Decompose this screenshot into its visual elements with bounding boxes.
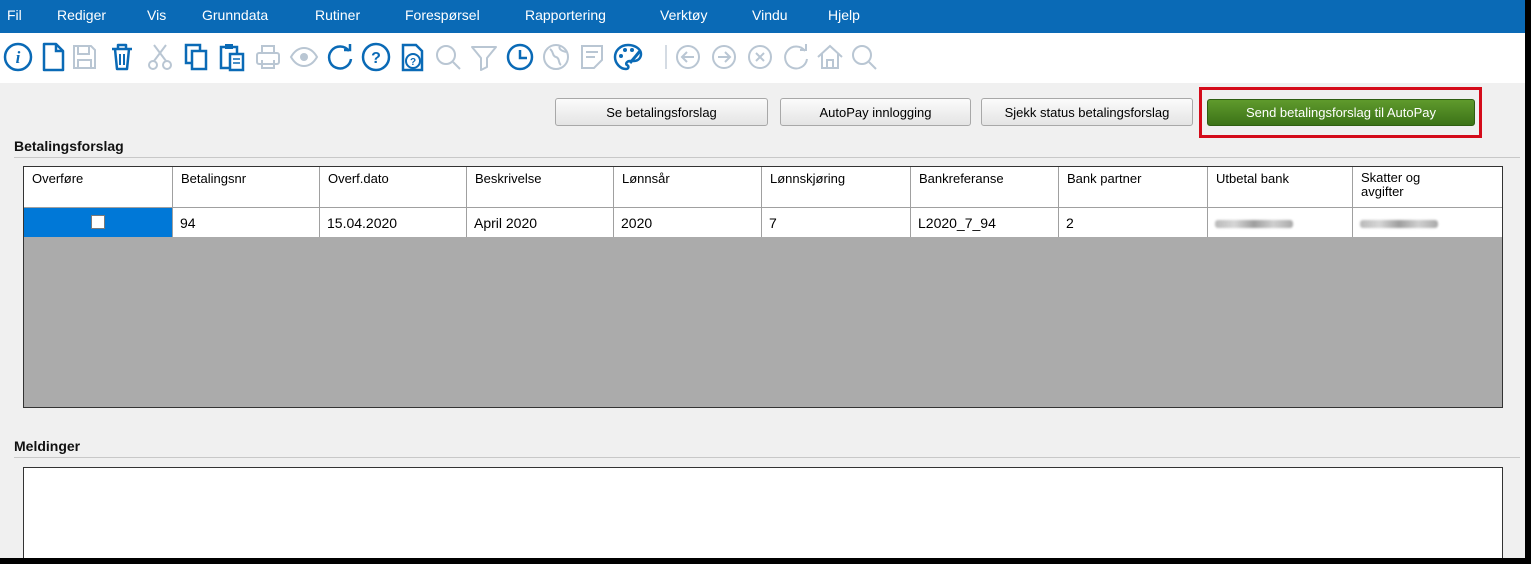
search-icon [430, 39, 466, 75]
svg-text:i: i [16, 48, 21, 67]
note-icon [574, 39, 610, 75]
info-icon[interactable]: i [0, 39, 36, 75]
transfer-date-cell[interactable]: 15.04.2020 [320, 208, 467, 237]
toolbar: i ? ? [0, 33, 1525, 83]
taxes-fees-cell[interactable] [1353, 208, 1502, 237]
svg-text:?: ? [410, 57, 416, 68]
globe-icon [538, 39, 574, 75]
zoom-icon [846, 39, 882, 75]
menu-vis[interactable]: Vis [147, 6, 166, 24]
paste-icon[interactable] [214, 39, 250, 75]
section-divider [14, 157, 1520, 158]
palette-icon[interactable] [610, 39, 646, 75]
send-proposal-autopay-button[interactable]: Send betalingsforslag til AutoPay [1207, 99, 1475, 126]
redacted-value [1360, 220, 1438, 228]
menu-foresporsel[interactable]: Forespørsel [405, 6, 480, 24]
messages-section-title: Meldinger [14, 438, 81, 454]
transfer-checkbox[interactable] [91, 215, 105, 229]
autopay-login-button[interactable]: AutoPay innlogging [780, 98, 971, 126]
history-icon[interactable] [502, 39, 538, 75]
print-icon [250, 39, 286, 75]
reload-icon [778, 39, 814, 75]
column-header[interactable]: Lønnskjøring [762, 167, 911, 208]
menu-rutiner[interactable]: Rutiner [315, 6, 360, 24]
salary-year-cell[interactable]: 2020 [614, 208, 762, 237]
cancel-icon [742, 39, 778, 75]
menu-bar: Fil Rediger Vis Grunndata Rutiner Foresp… [0, 0, 1525, 33]
description-cell[interactable]: April 2020 [467, 208, 614, 237]
payment-proposal-grid: Overføre Betalingsnr Overf.dato Beskrive… [23, 166, 1503, 408]
help-document-icon[interactable]: ? [394, 39, 430, 75]
forward-icon [706, 39, 742, 75]
bank-partner-cell[interactable]: 2 [1059, 208, 1208, 237]
payout-bank-cell[interactable] [1208, 208, 1353, 237]
check-status-button[interactable]: Sjekk status betalingsforslag [981, 98, 1193, 126]
app-window: Fil Rediger Vis Grunndata Rutiner Foresp… [0, 0, 1525, 558]
column-header[interactable]: Bankreferanse [911, 167, 1059, 208]
new-document-icon[interactable] [34, 39, 70, 75]
filter-icon [466, 39, 502, 75]
column-header[interactable]: Lønnsår [614, 167, 762, 208]
refresh-icon[interactable] [322, 39, 358, 75]
column-header[interactable]: Bank partner [1059, 167, 1208, 208]
help-icon[interactable]: ? [358, 39, 394, 75]
menu-fil[interactable]: Fil [7, 6, 22, 24]
delete-icon[interactable] [104, 39, 140, 75]
column-header[interactable]: Beskrivelse [467, 167, 614, 208]
column-header[interactable]: Utbetal bank [1208, 167, 1353, 208]
section-divider [14, 457, 1520, 458]
home-icon [812, 39, 848, 75]
column-header[interactable]: Overføre [24, 167, 173, 208]
menu-rapportering[interactable]: Rapportering [525, 6, 606, 24]
column-header[interactable]: Skatter og avgifter [1353, 167, 1502, 208]
copy-icon[interactable] [178, 39, 214, 75]
cut-icon [142, 39, 178, 75]
menu-hjelp[interactable]: Hjelp [828, 6, 860, 24]
menu-rediger[interactable]: Rediger [57, 6, 106, 24]
redacted-value [1215, 220, 1293, 228]
see-payment-proposal-button[interactable]: Se betalingsforslag [555, 98, 768, 126]
messages-panel[interactable] [23, 467, 1503, 558]
svg-text:?: ? [371, 50, 381, 67]
menu-grunndata[interactable]: Grunndata [202, 6, 268, 24]
preview-icon [286, 39, 322, 75]
bank-reference-cell[interactable]: L2020_7_94 [911, 208, 1059, 237]
column-header[interactable]: Betalingsnr [173, 167, 320, 208]
payroll-run-cell[interactable]: 7 [762, 208, 911, 237]
back-icon [670, 39, 706, 75]
menu-vindu[interactable]: Vindu [752, 6, 788, 24]
payment-no-cell[interactable]: 94 [173, 208, 320, 237]
menu-verktoy[interactable]: Verktøy [660, 6, 707, 24]
column-header[interactable]: Overf.dato [320, 167, 467, 208]
transfer-cell[interactable] [24, 208, 173, 237]
save-icon [66, 39, 102, 75]
proposals-section-title: Betalingsforslag [14, 138, 124, 154]
